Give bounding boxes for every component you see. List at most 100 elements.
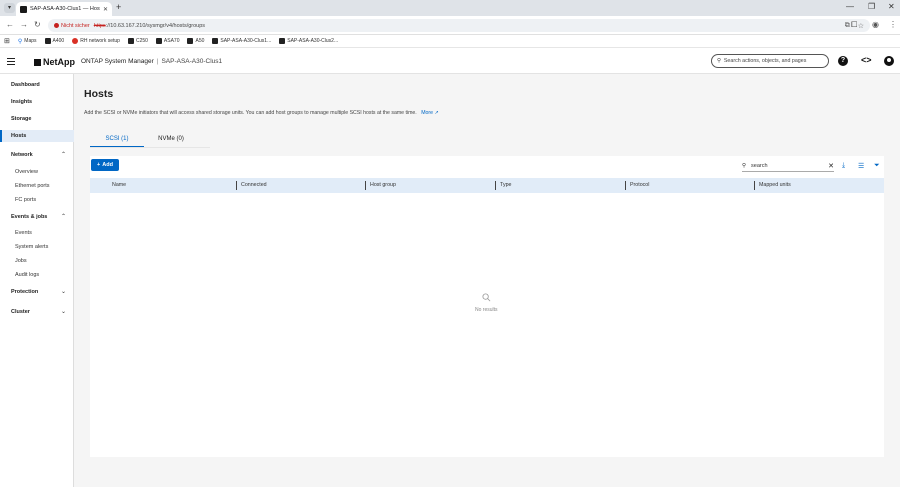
tabs-underline [90, 147, 210, 148]
table-search-value: search [751, 163, 768, 169]
bookmark-asa70[interactable]: ASA70 [155, 38, 179, 44]
bookmarks-bar: ⊞ ⚲ Maps A400 RH network setup C250 ASA70… [0, 35, 900, 48]
back-icon[interactable]: ← [6, 20, 14, 29]
close-window-button[interactable]: ✕ [888, 2, 895, 11]
sidebar-item-fc-ports[interactable]: FC ports [15, 197, 36, 203]
tab-search-button[interactable]: ▾ [4, 3, 15, 13]
close-tab-icon[interactable]: ✕ [103, 6, 108, 13]
minimize-button[interactable]: — [846, 2, 854, 11]
warning-icon [54, 23, 59, 28]
column-divider[interactable] [625, 181, 626, 190]
sidebar-item-hosts[interactable]: Hosts [11, 133, 26, 139]
profile-icon[interactable]: ◉ [872, 20, 879, 29]
sidebar-item-overview[interactable]: Overview [15, 169, 38, 175]
main-content: Hosts Add the SCSI or NVMe initiators th… [74, 74, 900, 487]
page-description: Add the SCSI or NVMe initiators that wil… [84, 110, 439, 116]
filter-icon[interactable]: ⏷ [874, 162, 880, 170]
global-search-field[interactable]: ⚲ Search actions, objects, and pages [711, 54, 829, 68]
chevron-down-icon[interactable]: ⌄ [61, 308, 66, 315]
bookmark-a400[interactable]: A400 [44, 38, 64, 44]
new-tab-button[interactable]: + [116, 2, 121, 12]
sidebar-item-network[interactable]: Network [11, 152, 33, 158]
column-name[interactable]: Name [112, 178, 126, 193]
column-type[interactable]: Type [500, 178, 511, 193]
redhat-icon [72, 38, 79, 44]
extensions-icon[interactable]: ⧠ [851, 20, 857, 30]
bookmark-star-icon[interactable]: ☆ [858, 22, 864, 30]
sidebar-item-system-alerts[interactable]: System alerts [15, 244, 48, 250]
netapp-icon [44, 38, 51, 44]
search-icon: ⚲ [717, 58, 721, 64]
forward-icon[interactable]: → [20, 20, 28, 29]
empty-state-text: No results [475, 307, 498, 313]
sidebar-item-cluster[interactable]: Cluster [11, 309, 30, 315]
hamburger-menu-icon[interactable] [7, 58, 15, 65]
address-bar: ← → ↻ Nicht sicher https://10.63.167.210… [0, 16, 900, 35]
show-hide-columns-icon[interactable]: ☰ [858, 162, 864, 170]
sidebar-item-audit-logs[interactable]: Audit logs [15, 272, 39, 278]
add-button[interactable]: + Add [91, 159, 119, 171]
clear-search-icon[interactable]: ✕ [828, 162, 834, 170]
external-link-icon: ↗ [434, 110, 439, 116]
sidebar-item-dashboard[interactable]: Dashboard [11, 82, 40, 88]
column-divider[interactable] [236, 181, 237, 190]
download-icon[interactable]: ⤓ [842, 162, 845, 170]
sidebar-item-storage[interactable]: Storage [11, 116, 31, 122]
app-header: NetApp ONTAP System Manager | SAP-ASA-A30-… [0, 49, 900, 74]
hosts-table-panel: + Add ⚲ search ✕ ⤓ ☰ ⏷ Name Connected Ho… [90, 156, 884, 457]
page-title: Hosts [84, 88, 114, 100]
url-path: ://10.63.167.210/sysmgr/v4/hosts/groups [105, 22, 206, 29]
sidebar-item-insights[interactable]: Insights [11, 99, 32, 105]
bookmark-rh-network[interactable]: RH network setup [72, 38, 120, 44]
column-mapped-units[interactable]: Mapped units [759, 178, 791, 193]
bookmark-clus1[interactable]: SAP-ASA-A30-Clus1... [212, 38, 271, 44]
more-link[interactable]: More ↗ [421, 110, 439, 116]
bookmark-a50[interactable]: A50 [187, 38, 204, 44]
column-divider[interactable] [495, 181, 496, 190]
tab-scsi[interactable]: SCSI (1) [90, 133, 144, 148]
column-divider[interactable] [365, 181, 366, 190]
user-avatar-icon[interactable] [884, 56, 894, 66]
netapp-icon [127, 38, 134, 44]
translate-icon[interactable]: ⧉ [845, 22, 850, 30]
product-title: ONTAP System Manager | SAP-ASA-A30-Clus1 [81, 58, 223, 65]
column-host-group[interactable]: Host group [370, 178, 396, 193]
help-icon[interactable]: ? [838, 56, 848, 66]
security-warning[interactable]: Nicht sicher [54, 23, 90, 29]
search-icon: ⚲ [742, 163, 747, 169]
table-search-input[interactable]: ⚲ search ✕ [742, 161, 834, 172]
bookmark-maps[interactable]: ⚲ Maps [18, 38, 37, 45]
chevron-up-icon[interactable]: ⌃ [61, 151, 66, 158]
sidebar-item-ethernet-ports[interactable]: Ethernet ports [15, 183, 50, 189]
cluster-name: SAP-ASA-A30-Clus1 [161, 58, 223, 65]
protocol-tabs: SCSI (1) NVMe (0) [90, 133, 198, 148]
browser-menu-icon[interactable]: ⋮ [889, 20, 897, 29]
chevron-down-icon[interactable]: ⌄ [61, 288, 66, 295]
url-field[interactable]: Nicht sicher https://10.63.167.210/sysmg… [48, 19, 870, 32]
reload-icon[interactable]: ↻ [34, 20, 41, 29]
browser-tab-strip: ▾ SAP-ASA-A30-Clus1 — Hosts ✕ + — ❐ ✕ [0, 0, 900, 16]
tab-nvme[interactable]: NVMe (0) [144, 133, 198, 148]
apps-grid-icon[interactable]: ⊞ [4, 37, 10, 45]
column-connected[interactable]: Connected [241, 178, 267, 193]
column-protocol[interactable]: Protocol [630, 178, 649, 193]
code-icon[interactable]: <> [861, 55, 872, 65]
bookmark-c250[interactable]: C250 [127, 38, 148, 44]
tab-title: SAP-ASA-A30-Clus1 — Hosts [30, 6, 100, 12]
netapp-icon [212, 38, 219, 44]
bookmark-clus2[interactable]: SAP-ASA-A30-Clus2... [279, 38, 338, 44]
sidebar-item-events-jobs[interactable]: Events & jobs [11, 214, 47, 220]
netapp-logo-mark-icon [34, 58, 41, 66]
browser-tab[interactable]: SAP-ASA-A30-Clus1 — Hosts ✕ [16, 2, 112, 16]
empty-search-icon [482, 293, 491, 302]
column-divider[interactable] [754, 181, 755, 190]
sidebar-item-jobs[interactable]: Jobs [15, 258, 27, 264]
sidebar-item-events[interactable]: Events [15, 230, 32, 236]
netapp-icon [187, 38, 194, 44]
sidebar-item-protection[interactable]: Protection [11, 289, 38, 295]
maximize-button[interactable]: ❐ [868, 2, 875, 11]
plus-icon: + [97, 162, 101, 168]
chevron-up-icon[interactable]: ⌃ [61, 213, 66, 220]
netapp-favicon-icon [20, 5, 27, 13]
map-pin-icon: ⚲ [17, 38, 23, 45]
